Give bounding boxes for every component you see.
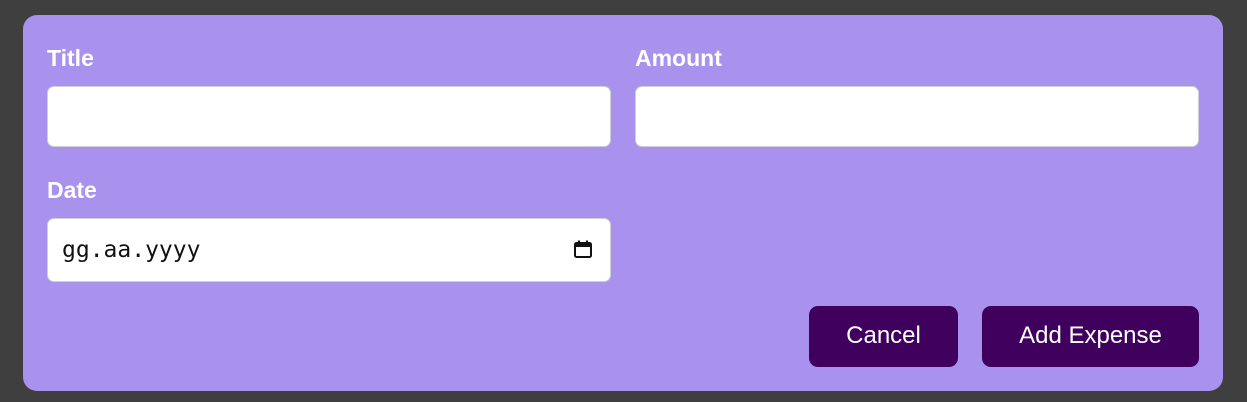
date-input[interactable]: gg.aa.yyyy [47,218,611,282]
calendar-icon[interactable] [573,239,593,259]
amount-label: Amount [635,45,722,71]
expense-form: Title Amount Date gg.aa.yyyy Cancel Add … [23,15,1223,391]
amount-input[interactable] [635,86,1199,147]
add-expense-button[interactable]: Add Expense [982,306,1199,367]
cancel-button[interactable]: Cancel [809,306,958,367]
title-label: Title [47,45,94,71]
date-placeholder: gg.aa.yyyy [62,237,201,263]
title-input[interactable] [47,86,611,147]
date-label: Date [47,177,97,203]
